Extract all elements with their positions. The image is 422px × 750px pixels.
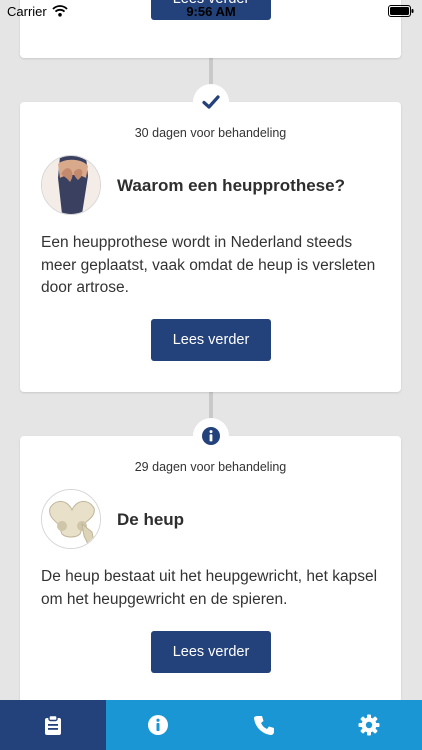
timeline-node <box>193 418 229 454</box>
status-time: 9:56 AM <box>186 4 236 19</box>
card-avatar <box>41 489 101 549</box>
info-icon <box>148 715 169 735</box>
card-description: Een heupprothese wordt in Nederland stee… <box>41 234 376 296</box>
tab-settings[interactable] <box>316 700 422 750</box>
timeline-card: 30 dagen voor behandeling Waarom een heu… <box>20 102 401 392</box>
timeline-card: 29 dagen voor behandeling De heup De heu… <box>20 436 401 726</box>
checkmark-icon <box>202 95 220 109</box>
status-bar: Carrier 9:56 AM <box>0 0 422 22</box>
card-date: 30 dagen voor behandeling <box>134 126 287 140</box>
tab-timeline[interactable] <box>0 700 106 750</box>
card-avatar <box>41 155 101 215</box>
card-title: De heup <box>117 510 185 529</box>
read-more-button[interactable]: Lees verder <box>151 631 271 673</box>
card-title: Waarom een heupprothese? <box>117 176 345 195</box>
hip-bone-image <box>42 490 100 548</box>
battery-icon <box>388 5 414 20</box>
card-description: De heup bestaat uit het heupgewricht, he… <box>41 568 378 608</box>
info-icon <box>202 427 220 445</box>
gear-icon <box>358 714 380 736</box>
phone-icon <box>253 716 274 735</box>
read-more-button[interactable]: Lees verder <box>151 319 271 361</box>
card-date: 29 dagen voor behandeling <box>134 460 287 474</box>
clipboard-icon <box>44 714 61 735</box>
tab-info[interactable] <box>105 700 211 750</box>
tab-contact[interactable] <box>211 700 317 750</box>
hip-pain-photo <box>42 156 100 214</box>
bottom-tab-bar <box>0 700 422 750</box>
timeline-node <box>193 84 229 120</box>
